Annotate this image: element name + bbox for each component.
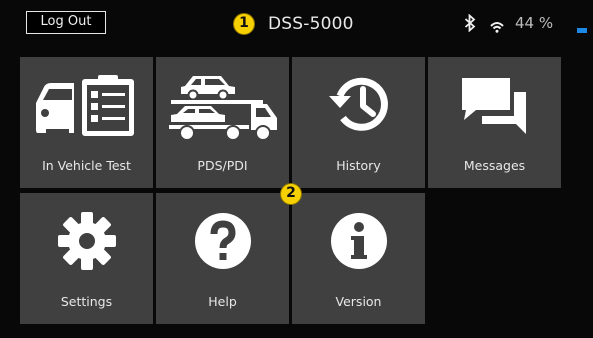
tile-label: History bbox=[336, 158, 381, 173]
messages-icon bbox=[428, 57, 561, 152]
bluetooth-icon bbox=[464, 14, 476, 32]
device-name: DSS-5000 bbox=[268, 14, 354, 34]
logout-button[interactable]: Log Out bbox=[26, 11, 106, 34]
tile-label: In Vehicle Test bbox=[42, 158, 131, 173]
tile-history[interactable]: History bbox=[292, 57, 425, 188]
tile-label: Messages bbox=[463, 158, 526, 173]
battery-icon bbox=[577, 28, 587, 33]
tile-version[interactable]: Version bbox=[292, 193, 425, 324]
wifi-icon bbox=[490, 22, 504, 33]
car-carrier-truck-icon bbox=[156, 57, 289, 152]
tile-help[interactable]: Help bbox=[156, 193, 289, 324]
vehicle-test-icon bbox=[20, 57, 153, 152]
tile-label: Settings bbox=[60, 294, 113, 309]
gear-icon bbox=[20, 193, 153, 288]
app-screen: Log Out 1 DSS-5000 44 % In Vehicle Test … bbox=[0, 0, 593, 338]
tile-label: PDS/PDI bbox=[197, 158, 248, 173]
info-icon bbox=[292, 193, 425, 288]
battery-percentage: 44 % bbox=[515, 14, 554, 32]
history-icon bbox=[292, 57, 425, 152]
tile-label: Help bbox=[208, 294, 237, 309]
tile-messages[interactable]: Messages bbox=[428, 57, 561, 188]
tile-pds-pdi[interactable]: PDS/PDI bbox=[156, 57, 289, 188]
callout-badge-1: 1 bbox=[233, 13, 255, 35]
status-bar: Log Out 1 DSS-5000 44 % bbox=[0, 0, 593, 48]
help-icon bbox=[156, 193, 289, 288]
tile-label: Version bbox=[335, 294, 382, 309]
callout-badge-2: 2 bbox=[280, 183, 302, 205]
tile-in-vehicle-test[interactable]: In Vehicle Test bbox=[20, 57, 153, 188]
tile-settings[interactable]: Settings bbox=[20, 193, 153, 324]
